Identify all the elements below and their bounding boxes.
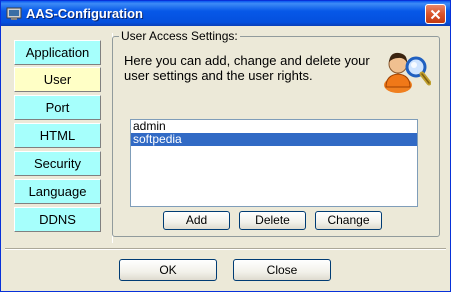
settings-description: Here you can add, change and delete your… <box>124 53 370 83</box>
user-access-group: User Access Settings: Here you can add, … <box>112 29 440 237</box>
nav-item-application[interactable]: Application <box>14 40 101 65</box>
footer-divider <box>5 248 446 250</box>
window-title: AAS-Configuration <box>26 6 143 21</box>
user-list-item-softpedia[interactable]: softpedia <box>131 133 417 146</box>
user-search-icon <box>381 47 432 93</box>
close-button[interactable]: Close <box>233 259 331 281</box>
close-window-button[interactable] <box>425 4 446 24</box>
delete-user-button[interactable]: Delete <box>239 211 306 230</box>
nav-item-port[interactable]: Port <box>14 95 101 120</box>
window-content: Application User Port HTML Security Lang… <box>5 29 446 289</box>
ok-button[interactable]: OK <box>119 259 217 281</box>
add-user-button[interactable]: Add <box>163 211 230 230</box>
user-list[interactable]: admin softpedia <box>130 119 418 207</box>
config-window: AAS-Configuration Application User Port … <box>0 0 451 292</box>
nav-item-user[interactable]: User <box>14 67 101 92</box>
close-icon <box>430 9 441 19</box>
nav-item-security[interactable]: Security <box>14 151 101 176</box>
group-legend: User Access Settings: <box>119 29 240 43</box>
nav-item-html[interactable]: HTML <box>14 123 101 148</box>
app-icon <box>6 6 22 22</box>
nav-item-ddns[interactable]: DDNS <box>14 207 101 232</box>
nav-item-language[interactable]: Language <box>14 179 101 204</box>
title-bar[interactable]: AAS-Configuration <box>1 1 450 26</box>
change-user-button[interactable]: Change <box>315 211 382 230</box>
